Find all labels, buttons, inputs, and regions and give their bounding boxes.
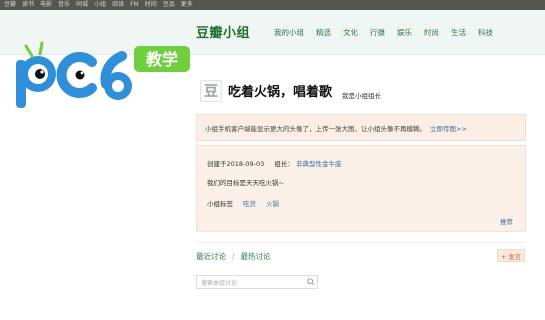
group-tags-row: 小组标签 吃货 火锅 xyxy=(207,198,279,208)
nav-travel-photo[interactable]: 行摄 xyxy=(370,27,385,38)
topnav-time[interactable]: 时间 xyxy=(145,0,157,10)
search-input[interactable]: 搜索本组讨论 xyxy=(201,278,305,287)
group-info-box: 创建于2018-09-03 组长： 非典型性金牛座 我们的目标是天天吃火锅~ 小… xyxy=(196,145,526,232)
post-button[interactable]: + 发言 xyxy=(497,249,525,262)
nav-tech[interactable]: 科技 xyxy=(478,27,493,38)
tag-foodie[interactable]: 吃货 xyxy=(243,198,256,208)
topnav-read[interactable]: 读书 xyxy=(22,0,34,10)
pc6-logo: 教学 xyxy=(16,41,190,108)
group-search-box[interactable]: 搜索本组讨论 xyxy=(196,275,318,289)
owner-label: 组长： xyxy=(274,160,294,168)
topnav-reading[interactable]: 阅读 xyxy=(112,0,124,10)
nav-culture[interactable]: 文化 xyxy=(343,27,358,38)
search-icon[interactable] xyxy=(305,276,317,288)
topnav-products[interactable]: 豆品 xyxy=(163,0,175,10)
discussion-tabs: 最近讨论 / 最热讨论 xyxy=(196,251,271,262)
nav-my-groups[interactable]: 我的小组 xyxy=(274,27,304,38)
topnav-douban[interactable]: 豆瓣 xyxy=(4,0,16,10)
logo-digit-6 xyxy=(100,51,132,100)
nav-life[interactable]: 生活 xyxy=(451,27,466,38)
tab-hot-discussion[interactable]: 最热讨论 xyxy=(241,251,271,262)
group-name: 吃着火锅，唱着歌 xyxy=(228,85,333,100)
group-created-row: 创建于2018-09-03 组长： 非典型性金牛座 xyxy=(207,158,341,168)
nav-entertainment[interactable]: 娱乐 xyxy=(397,27,412,38)
group-description: 我们的目标是天天吃火锅~ xyxy=(207,179,284,187)
notice-text: 小组手机客户端能显示更大的头像了，上传一张大图，让小组头像不再模糊。 xyxy=(205,124,426,133)
created-date: 创建于2018-09-03 xyxy=(207,160,265,168)
nav-featured[interactable]: 精选 xyxy=(316,27,331,38)
tab-separator: / xyxy=(232,252,235,261)
topnav-movie[interactable]: 电影 xyxy=(40,0,52,10)
upload-notice: 小组手机客户端能显示更大的头像了，上传一张大图，让小组头像不再模糊。 立即传图>… xyxy=(196,114,526,141)
topnav-music[interactable]: 音乐 xyxy=(58,0,70,10)
logo-letter-p xyxy=(16,56,56,108)
recommend-link[interactable]: 推荐 xyxy=(500,216,513,226)
top-navigation-bar: 豆瓣 读书 电影 音乐 同城 小组 阅读 FM 时间 豆品 更多 xyxy=(0,0,545,10)
brand-title[interactable]: 豆瓣小组 xyxy=(196,22,250,41)
section-divider xyxy=(196,242,526,243)
main-navigation: 我的小组 精选 文化 行摄 娱乐 时尚 生活 科技 xyxy=(274,27,505,38)
tags-label: 小组标签 xyxy=(207,200,233,208)
owner-tag: 我是小组组长 xyxy=(342,92,382,100)
upload-photo-link[interactable]: 立即传图>> xyxy=(430,123,467,133)
topnav-group[interactable]: 小组 xyxy=(94,0,106,10)
topnav-fm[interactable]: FM xyxy=(130,0,139,10)
group-title-area: 豆 吃着火锅，唱着歌 我是小组组长 xyxy=(200,80,381,102)
nav-fashion[interactable]: 时尚 xyxy=(424,27,439,38)
logo-letter-c xyxy=(56,52,97,98)
logo-badge-text: 教学 xyxy=(146,50,178,69)
tag-hotpot[interactable]: 火锅 xyxy=(266,198,279,208)
topnav-more[interactable]: 更多 xyxy=(181,0,193,10)
tab-recent-discussion[interactable]: 最近讨论 xyxy=(196,251,226,262)
group-avatar-icon: 豆 xyxy=(200,80,222,102)
topnav-local[interactable]: 同城 xyxy=(76,0,88,10)
owner-name-link[interactable]: 非典型性金牛座 xyxy=(296,160,342,168)
